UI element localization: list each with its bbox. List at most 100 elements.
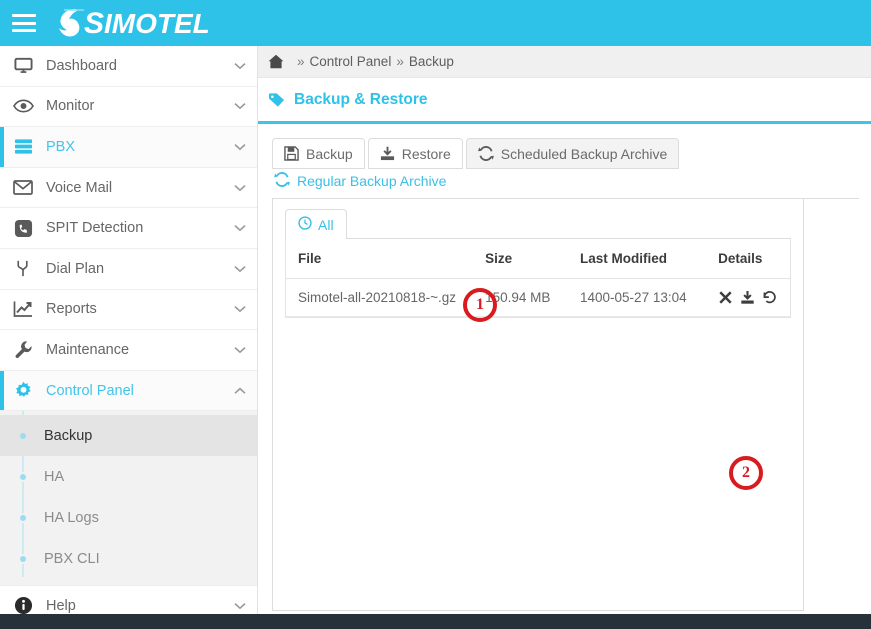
logo-cap: S <box>84 7 105 40</box>
sidebar-subitem-ha[interactable]: HA <box>0 456 257 497</box>
sidebar-item-monitor[interactable]: Monitor <box>0 86 257 128</box>
tab-backup[interactable]: Backup <box>272 138 365 169</box>
column-header-details: Details <box>712 239 790 279</box>
chevron-down-icon[interactable] <box>223 346 257 354</box>
inner-tab-all[interactable]: All <box>285 209 347 239</box>
content-area: Backup Restore Scheduled Backup Archive <box>258 124 871 611</box>
chart-line-icon <box>0 300 46 318</box>
logo-text: SIMOTEL <box>84 9 210 39</box>
download-icon[interactable] <box>740 290 755 305</box>
subtab-bar: Regular Backup Archive <box>272 169 859 199</box>
chevron-down-icon[interactable] <box>223 62 257 70</box>
chevron-up-icon[interactable] <box>223 387 257 395</box>
chevron-down-icon[interactable] <box>223 143 257 151</box>
server-icon <box>0 137 46 156</box>
bullet-icon <box>18 430 28 441</box>
page-title: Backup & Restore <box>294 90 428 108</box>
table-head: File Size Last Modified Details <box>286 239 790 279</box>
clock-icon <box>298 216 312 233</box>
sidebar-label: Voice Mail <box>46 179 113 196</box>
logo-rest: IMOTEL <box>104 8 210 39</box>
sidebar-sublabel: Backup <box>44 427 93 444</box>
table-header-row: File Size Last Modified Details <box>286 239 790 279</box>
phone-icon <box>0 219 46 238</box>
inner-tab-label: All <box>318 216 334 233</box>
column-header-last-modified[interactable]: Last Modified <box>574 239 713 279</box>
sidebar-label: Reports <box>46 301 97 318</box>
chevron-down-icon[interactable] <box>223 305 257 313</box>
subtab-regular-backup-archive[interactable]: Regular Backup Archive <box>272 171 450 196</box>
inner-tab-filler <box>346 209 791 239</box>
tab-restore[interactable]: Restore <box>367 138 463 169</box>
chevron-down-icon[interactable] <box>223 102 257 110</box>
annotation-number: 2 <box>742 464 750 481</box>
restore-icon[interactable] <box>762 290 777 305</box>
breadcrumb-separator: » <box>396 54 404 69</box>
chevron-down-icon[interactable] <box>223 224 257 232</box>
sidebar-item-help[interactable]: Help <box>0 585 257 614</box>
sidebar-sublabel: HA <box>44 468 65 485</box>
sidebar-item-maintenance[interactable]: Maintenance <box>0 330 257 371</box>
chevron-down-icon[interactable] <box>223 602 257 610</box>
wrench-icon <box>0 340 46 359</box>
sidebar-item-pbx[interactable]: PBX <box>0 127 257 168</box>
annotation-badge-2: 2 <box>729 456 763 490</box>
tab-label: Restore <box>401 145 451 162</box>
sidebar-item-spit-detection[interactable]: SPIT Detection <box>0 208 257 249</box>
hamburger-icon[interactable] <box>12 14 36 32</box>
tab-bar: Backup Restore Scheduled Backup Archive <box>272 138 859 169</box>
envelope-icon <box>0 180 46 195</box>
breadcrumb: » Control Panel » Backup <box>258 46 871 78</box>
sidebar-item-dial-plan[interactable]: Dial Plan <box>0 248 257 290</box>
sidebar-item-control-panel[interactable]: Control Panel <box>0 370 257 412</box>
sidebar-label: Maintenance <box>46 341 130 358</box>
sidebar-subitem-ha-logs[interactable]: HA Logs <box>0 497 257 538</box>
column-header-size[interactable]: Size <box>479 239 575 279</box>
chevron-down-icon[interactable] <box>223 265 257 273</box>
page-title-bar: Backup & Restore <box>258 78 871 124</box>
sidebar-label: PBX <box>46 138 76 155</box>
sidebar-subitem-backup[interactable]: Backup <box>0 415 257 457</box>
home-icon[interactable] <box>268 54 284 69</box>
row-actions <box>718 290 784 305</box>
column-header-file[interactable]: File <box>286 239 480 279</box>
sidebar-subitem-pbx-cli[interactable]: PBX CLI <box>0 538 257 579</box>
chevron-down-icon[interactable] <box>223 184 257 192</box>
delete-icon[interactable] <box>718 290 733 305</box>
brand-logo[interactable]: SIMOTEL <box>52 6 210 40</box>
eye-icon <box>0 99 46 113</box>
inner-tab-bar: All <box>285 209 791 239</box>
sidebar-sublabel: PBX CLI <box>44 550 100 567</box>
refresh-icon <box>274 171 290 190</box>
table-row[interactable]: Simotel-all-20210818-~.gz 150.94 MB 1400… <box>286 278 790 317</box>
monitor-icon <box>0 56 46 75</box>
breadcrumb-separator: » <box>297 54 305 69</box>
info-icon <box>0 596 46 614</box>
bullet-icon <box>18 553 28 564</box>
sidebar-item-dashboard[interactable]: Dashboard <box>0 46 257 87</box>
sidebar-sublabel: HA Logs <box>44 509 99 526</box>
top-header-bar: SIMOTEL <box>0 0 871 46</box>
tab-scheduled-backup-archive[interactable]: Scheduled Backup Archive <box>465 138 680 169</box>
breadcrumb-item-backup[interactable]: Backup <box>409 54 454 69</box>
cell-details <box>712 278 790 317</box>
simotel-swoosh-icon <box>52 6 86 40</box>
save-icon <box>284 146 299 161</box>
subtab-label: Regular Backup Archive <box>297 172 447 189</box>
cell-last-modified: 1400-05-27 13:04 <box>574 278 713 317</box>
main-content: » Control Panel » Backup Backup & Restor… <box>258 46 871 614</box>
sidebar-item-voice-mail[interactable]: Voice Mail <box>0 167 257 209</box>
control-panel-submenu: Backup HA HA Logs PBX CLI <box>0 411 257 586</box>
tab-label: Backup <box>306 145 353 162</box>
tab-label: Scheduled Backup Archive <box>500 145 668 162</box>
cell-file: Simotel-all-20210818-~.gz <box>286 278 480 317</box>
sidebar-label: Dashboard <box>46 57 117 74</box>
breadcrumb-item-control-panel[interactable]: Control Panel <box>310 54 392 69</box>
table-body: Simotel-all-20210818-~.gz 150.94 MB 1400… <box>286 278 790 317</box>
backup-table-container: File Size Last Modified Details Simotel-… <box>285 239 791 318</box>
tag-icon <box>268 92 285 108</box>
app-window: SIMOTEL Dashboard Monitor PBX Voice Mail… <box>0 0 871 629</box>
sidebar-item-reports[interactable]: Reports <box>0 289 257 331</box>
archive-panel: All File Size Last Modified Details Simo… <box>272 199 804 611</box>
sidebar-label: Help <box>46 597 76 614</box>
